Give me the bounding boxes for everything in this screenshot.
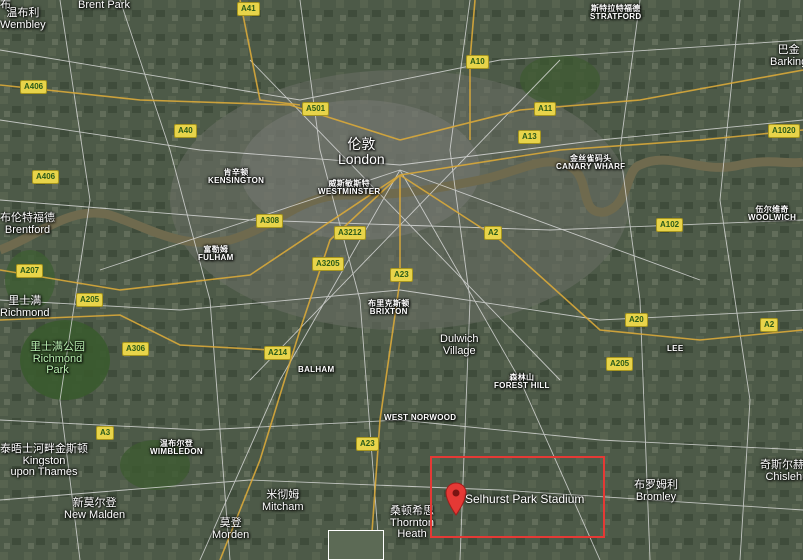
- road-shield: A205: [606, 357, 634, 371]
- label-west-norwood: WEST NORWOOD: [384, 413, 457, 422]
- road-shield: A2: [760, 318, 779, 332]
- road-shield: A308: [256, 214, 284, 228]
- road-shield: A1020: [768, 124, 800, 138]
- label-stratford: 斯特拉特福德 STRATFORD: [590, 4, 642, 22]
- road-shield: A11: [534, 102, 557, 116]
- label-canary-wharf: 金丝雀码头 CANARY WHARF: [556, 154, 626, 172]
- layer-thumbnail[interactable]: [328, 530, 384, 560]
- road-shield: A13: [518, 130, 541, 144]
- map-view[interactable]: 布 Brent Park 斯特拉特福德STRATFORD 巴金Barking 伦…: [0, 0, 803, 560]
- road-shield: A23: [356, 437, 379, 451]
- label-dulwich-village: Dulwich Village: [440, 333, 479, 357]
- road-shield: A3212: [334, 226, 366, 240]
- label-wimbledon: 温布尔登 WIMBLEDON: [150, 439, 203, 457]
- label-westminster: 威斯敏斯特 WESTMINSTER: [318, 179, 381, 197]
- label-mitcham: 米彻姆 Mitcham: [262, 489, 304, 513]
- label-brent-park: Brent Park: [78, 0, 130, 11]
- road-shield: A20: [625, 313, 648, 327]
- label-woolwich: 伍尔维奇 WOOLWICH: [748, 205, 797, 223]
- label-richmond: 里士满 Richmond: [0, 295, 50, 319]
- road-shield: A207: [16, 264, 44, 278]
- road-shield: A3205: [312, 257, 344, 271]
- label-wembley: 温布利 Wembley: [0, 7, 46, 31]
- road-shield: A2: [484, 226, 503, 240]
- label-kingston: 泰晤士河畔金斯顿 Kingston upon Thames: [0, 443, 88, 479]
- label-thornton-heath: 桑顿希思 Thornton Heath: [390, 505, 435, 541]
- label-brentford: 布伦特福德 Brentford: [0, 212, 55, 236]
- poi-label[interactable]: Selhurst Park Stadium: [465, 492, 584, 506]
- label-london: 伦敦 London: [338, 136, 385, 167]
- road-shield: A501: [302, 102, 330, 116]
- label-morden: 莫登 Morden: [212, 517, 250, 541]
- label-fulham: 富勒姆 FULHAM: [198, 245, 234, 263]
- label-kensington: 肯辛顿 KENSINGTON: [208, 168, 265, 186]
- road-shield: A23: [390, 268, 413, 282]
- label-richmond-park: 里士满公园 Richmond Park: [30, 341, 85, 377]
- label-balham: BALHAM: [298, 365, 335, 374]
- road-shield: A3: [96, 426, 115, 440]
- road-shield: A306: [122, 342, 150, 356]
- label-new-malden: 新莫尔登 New Malden: [64, 497, 126, 521]
- road-shield: A102: [656, 218, 684, 232]
- road-shield: A205: [76, 293, 104, 307]
- label-barking: 巴金Barking: [770, 44, 803, 68]
- map-pin-icon[interactable]: [445, 482, 467, 516]
- label-bromley: 布罗姆利 Bromley: [634, 479, 678, 503]
- road-shield: A406: [20, 80, 48, 94]
- label-lee: LEE: [667, 344, 684, 353]
- road-shield: A40: [174, 124, 197, 138]
- label-brixton: 布里克斯顿 BRIXTON: [368, 299, 410, 317]
- label-forest-hill: 森林山 FOREST HILL: [494, 373, 550, 391]
- road-shield: A214: [264, 346, 292, 360]
- road-shield: A406: [32, 170, 60, 184]
- label-chislehurst: 奇斯尔赫斯特Chislehurst: [760, 459, 803, 483]
- road-shield: A41: [237, 2, 260, 16]
- road-shield: A10: [466, 55, 489, 69]
